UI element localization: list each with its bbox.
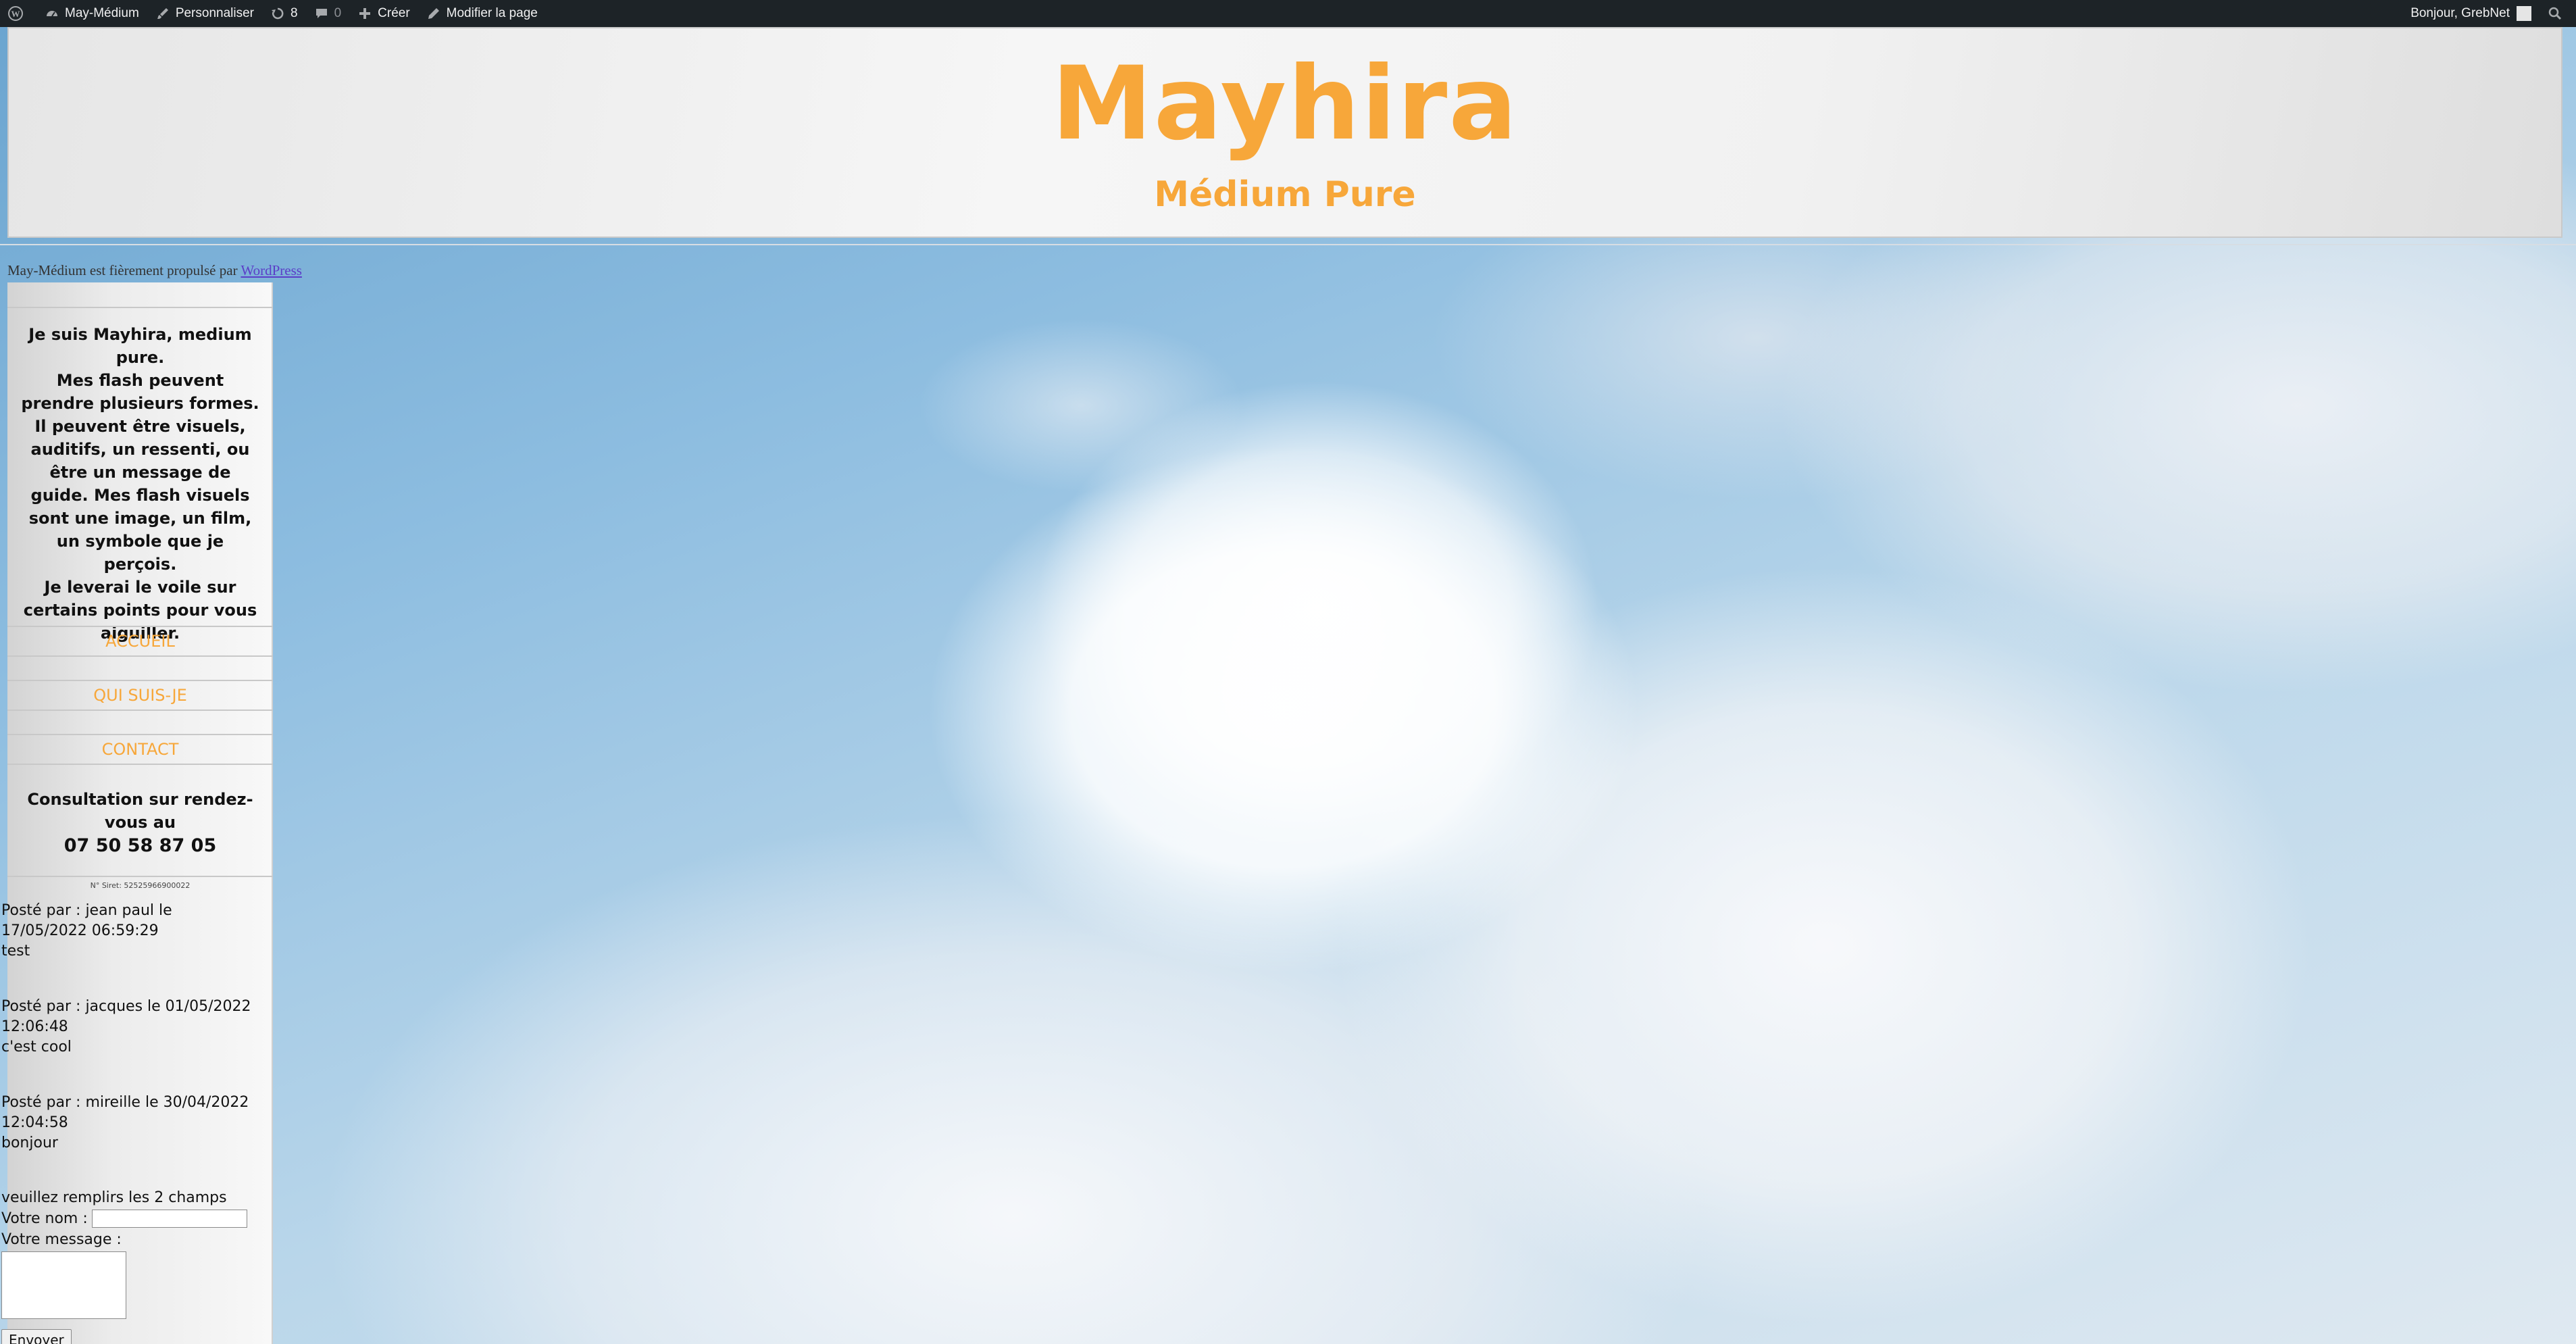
updates-icon [270,6,285,21]
comments-button[interactable]: 0 [306,0,350,27]
comments-count: 0 [334,6,342,20]
account-menu[interactable]: Bonjour, GrebNet [2402,0,2540,27]
header-divider [0,244,2576,245]
consultation-block: Consultation sur rendez-vous au 07 50 58… [7,788,273,858]
consultation-text: Consultation sur rendez-vous au [27,790,253,832]
bio-line: Mes flash peuvent prendre plusieurs form… [21,371,259,574]
svg-text:W: W [11,9,20,19]
comment-meta: Posté par : mireille le 30/04/2022 12:04… [1,1094,249,1131]
site-header: Mayhira Médium Pure [7,27,2562,238]
site-name-label: May-Médium [65,6,139,20]
siret-number: N° Siret: 52525966900022 [7,876,273,890]
wordpress-icon: W [8,6,23,21]
comment-text: bonjour [1,1135,58,1151]
form-instruction: veuillez remplirs les 2 champs [1,1189,227,1206]
comment-item: Posté par : mireille le 30/04/2022 12:04… [1,1093,261,1153]
comment-text: test [1,943,30,960]
customize-button[interactable]: Personnaliser [147,0,262,27]
comment-bubble-icon [314,6,329,21]
powered-by-label: May-Médium est fièrement propulsé par [7,262,241,278]
menu-item-contact[interactable]: CONTACT [7,734,273,765]
comment-meta: Posté par : jean paul le 17/05/2022 06:5… [1,902,172,939]
bio-line: Je suis Mayhira, medium pure. [28,325,252,367]
dashboard-icon [45,6,59,21]
comment-text: c'est cool [1,1039,72,1055]
pencil-icon [426,6,441,21]
name-label: Votre nom : [1,1210,88,1227]
create-label: Créer [378,6,410,20]
message-label: Votre message : [1,1231,122,1248]
wp-admin-bar: W May-Médium Personnaliser 8 0 Créer Mod… [0,0,2576,27]
edit-page-label: Modifier la page [446,6,538,20]
message-textarea[interactable] [1,1251,126,1319]
edit-page-button[interactable]: Modifier la page [418,0,546,27]
site-title[interactable]: Mayhira [9,43,2561,165]
site-subtitle: Médium Pure [1154,174,1416,215]
create-button[interactable]: Créer [349,0,418,27]
customize-label: Personnaliser [175,6,254,20]
search-button[interactable] [2540,0,2576,27]
send-button[interactable]: Envoyer [1,1329,72,1344]
comment-form: veuillez remplirs les 2 champs Votre nom… [1,1187,261,1344]
wordpress-link[interactable]: WordPress [241,262,301,278]
menu-item-qui-suis-je[interactable]: QUI SUIS-JE [7,680,273,711]
name-input[interactable] [91,1210,247,1228]
brush-icon [155,6,170,21]
site-name-menu[interactable]: May-Médium [36,0,147,27]
powered-by-text: May-Médium est fièrement propulsé par Wo… [7,262,302,279]
search-icon [2548,6,2562,21]
bio-block: Je suis Mayhira, medium pure. Mes flash … [7,307,273,657]
avatar [2517,6,2531,21]
phone-number: 07 50 58 87 05 [64,835,217,856]
updates-count: 8 [290,6,298,20]
comment-meta: Posté par : jacques le 01/05/2022 12:06:… [1,998,251,1035]
comment-item: Posté par : jean paul le 17/05/2022 06:5… [1,901,261,962]
plus-icon [357,6,372,21]
sidebar: Je suis Mayhira, medium pure. Mes flash … [7,282,273,1344]
menu-item-accueil[interactable]: ACCUEIL [7,626,273,657]
name-row: Votre nom : [1,1208,261,1229]
greeting-label: Bonjour, GrebNet [2410,6,2510,20]
updates-button[interactable]: 8 [262,0,306,27]
comment-item: Posté par : jacques le 01/05/2022 12:06:… [1,997,261,1057]
wordpress-logo-button[interactable]: W [0,0,36,27]
